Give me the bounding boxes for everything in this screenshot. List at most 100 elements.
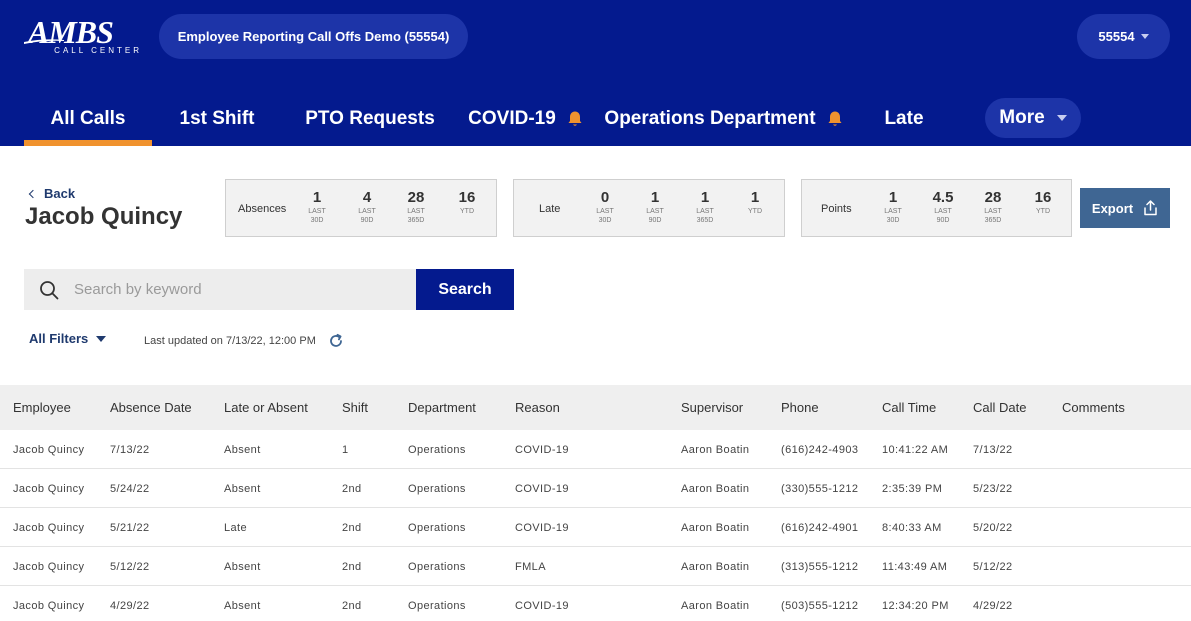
bell-icon [568,111,582,126]
cell-call-time: 10:41:22 AM [882,443,949,456]
tab-covid-19[interactable]: COVID-19 [466,92,586,146]
tab-label: 1st Shift [179,108,255,129]
export-button[interactable]: Export [1080,188,1170,228]
tab-pto-requests[interactable]: PTO Requests [300,92,440,146]
search-icon [40,280,59,299]
stat-value: 4 [362,189,372,206]
cell-shift: 2nd [342,599,362,612]
stat-value: 16 [1034,189,1052,206]
column-header[interactable]: Phone [781,385,819,430]
column-header[interactable]: Reason [515,385,560,430]
table-row[interactable]: Jacob Quincy 7/13/22 Absent 1 Operations… [0,430,1191,469]
stat-sub: 30D [598,217,612,224]
cell-absence-date: 5/24/22 [110,482,150,495]
stat-value: 1 [750,189,760,206]
app-title: Employee Reporting Call Offs Demo (55554… [177,29,450,44]
absences-stats: Absences 1 LAST 30D 4 LAST 90D 28 LAST 3… [225,179,497,237]
stat-item: 4.5 LAST 90D [923,189,963,225]
stat-item: 28 LAST 365D [396,189,436,225]
search-input[interactable] [74,281,374,298]
caret-down-icon [1140,34,1149,39]
column-header[interactable]: Shift [342,385,368,430]
tab-operations-department[interactable]: Operations Department [604,92,844,146]
cell-phone: (503)555-1212 [781,599,859,612]
stat-sub: 90D [936,217,950,224]
cell-call-date: 5/12/22 [973,560,1013,573]
tab-label: Operations Department [604,108,816,129]
refresh-icon[interactable] [328,333,344,349]
cell-shift: 2nd [342,521,362,534]
search-button[interactable]: Search [416,269,514,310]
cell-supervisor: Aaron Boatin [681,443,750,456]
cell-call-time: 11:43:49 AM [882,560,948,573]
calls-table: Employee Absence Date Late or Absent Shi… [0,385,1191,621]
cell-call-time: 8:40:33 AM [882,521,942,534]
stat-label: Points [821,203,852,215]
back-link[interactable]: Back [28,186,75,201]
stat-label: Late [539,203,561,215]
stat-sub: 365D [984,217,1002,224]
stat-sub: LAST [407,208,425,215]
late-stats: Late 0 LAST 30D 1 LAST 90D 1 LAST 365D 1… [513,179,785,237]
stat-item: 1 YTD [735,189,775,216]
stat-item: 1 LAST 90D [635,189,675,225]
cell-employee: Jacob Quincy [13,560,85,573]
cell-call-time: 2:35:39 PM [882,482,943,495]
cell-absence-date: 5/21/22 [110,521,150,534]
stat-sub: LAST [934,208,952,215]
cell-employee: Jacob Quincy [13,521,85,534]
stat-sub: LAST [884,208,902,215]
stat-item: 1 LAST 365D [685,189,725,225]
tab-all-calls[interactable]: All Calls [24,92,152,146]
cell-supervisor: Aaron Boatin [681,560,750,573]
stat-value: 4.5 [932,189,954,206]
stat-sub: LAST [308,208,326,215]
stat-label: Absences [238,203,287,215]
more-label: More [999,107,1045,128]
column-header[interactable]: Call Time [882,385,936,430]
stat-value: 1 [650,189,660,206]
ambs-logo[interactable]: AMBS CALL CENTER [24,16,146,60]
stat-item: 1 LAST 30D [297,189,337,225]
cell-reason: COVID-19 [515,482,569,495]
stat-sub: 90D [648,217,662,224]
stat-sub: LAST [696,208,714,215]
cell-shift: 1 [342,443,349,456]
chevron-left-icon [28,189,38,198]
stat-value: 28 [407,189,425,206]
cell-shift: 2nd [342,482,362,495]
cell-call-date: 5/20/22 [973,521,1013,534]
cell-reason: FMLA [515,560,546,573]
nav-tabs: All Calls 1st Shift PTO Requests COVID-1… [0,92,1191,146]
export-label: Export [1091,200,1134,216]
stat-sub: LAST [596,208,614,215]
column-header[interactable]: Supervisor [681,385,743,430]
stat-sub: 365D [407,217,425,224]
last-updated: Last updated on 7/13/22, 12:00 PM [144,333,344,349]
column-header[interactable]: Late or Absent [224,385,308,430]
table-row[interactable]: Jacob Quincy 5/12/22 Absent 2nd Operatio… [0,547,1191,586]
table-row[interactable]: Jacob Quincy 5/24/22 Absent 2nd Operatio… [0,469,1191,508]
cell-call-date: 4/29/22 [973,599,1013,612]
column-header[interactable]: Absence Date [110,385,192,430]
cell-late-or-absent: Absent [224,560,261,573]
cell-employee: Jacob Quincy [13,599,85,612]
table-row[interactable]: Jacob Quincy 5/21/22 Late 2nd Operations… [0,508,1191,547]
tab-late[interactable]: Late [872,92,936,146]
column-header[interactable]: Call Date [973,385,1026,430]
app-title-pill[interactable]: Employee Reporting Call Offs Demo (55554… [159,14,468,59]
column-header[interactable]: Comments [1062,385,1125,430]
tab-1st-shift[interactable]: 1st Shift [172,92,262,146]
search-box [24,269,416,310]
stat-sub: 90D [360,217,374,224]
more-dropdown[interactable]: More [985,98,1081,138]
column-header[interactable]: Employee [13,385,71,430]
column-header[interactable]: Department [408,385,476,430]
account-dropdown[interactable]: 55554 [1077,14,1170,59]
stat-sub: 365D [696,217,714,224]
all-filters-dropdown[interactable]: All Filters [29,331,107,346]
table-row[interactable]: Jacob Quincy 4/29/22 Absent 2nd Operatio… [0,586,1191,621]
cell-reason: COVID-19 [515,521,569,534]
employee-name: Jacob Quincy [25,203,183,230]
stat-value: 1 [700,189,710,206]
